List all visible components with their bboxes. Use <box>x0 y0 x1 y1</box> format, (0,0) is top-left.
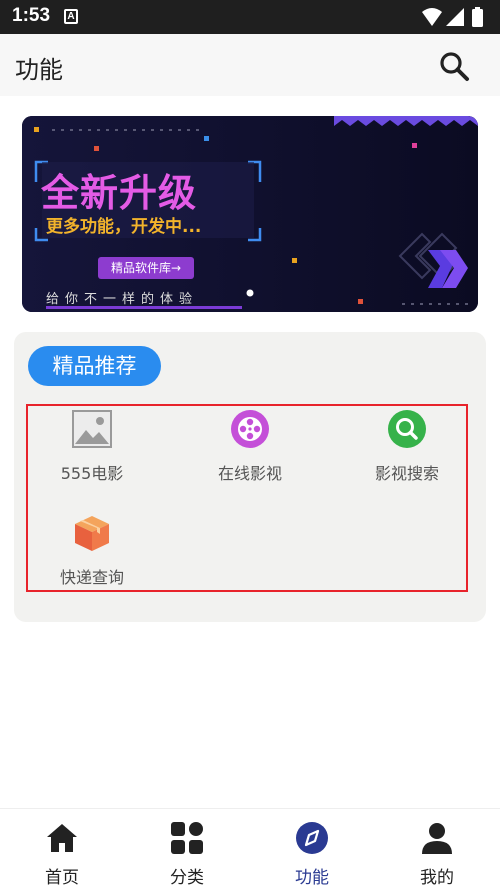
system-status-icons <box>422 7 483 27</box>
home-icon <box>47 824 77 852</box>
tab-label: 分类 <box>170 868 204 888</box>
film-reel-icon <box>231 410 269 448</box>
tab-label: 功能 <box>295 868 329 888</box>
app-bar: 功能 <box>0 34 500 96</box>
app-item-express-tracking[interactable]: 快递查询 <box>37 512 147 588</box>
recommend-panel: 精品推荐 555电影 在线影视 影视搜索 快递查询 <box>14 332 486 622</box>
banner-slogan: 给你不一样的体验 <box>46 292 199 307</box>
section-tag: 精品推荐 <box>28 346 161 386</box>
search-icon <box>388 410 426 448</box>
banner-subtitle: 更多功能，开发中... <box>46 217 202 237</box>
banner-headline: 全新升级 <box>41 171 198 215</box>
package-box-icon <box>75 516 109 551</box>
notification-a-icon: A <box>64 9 78 24</box>
tab-features[interactable]: 功能 <box>267 821 357 888</box>
app-item-label: 快递查询 <box>59 568 124 587</box>
tab-label: 我的 <box>420 868 454 888</box>
app-item-label: 555电影 <box>60 464 124 483</box>
tab-label: 首页 <box>45 868 79 888</box>
bottom-tab-bar: 首页 分类 功能 我的 <box>0 808 500 888</box>
search-icon[interactable] <box>438 50 470 82</box>
status-time: 1:53 <box>12 5 51 26</box>
promo-banner[interactable]: 全新升级 更多功能，开发中... 精品软件库→ 给你不一样的体验 <box>22 116 478 312</box>
app-item-video-search[interactable]: 影视搜索 <box>352 408 462 484</box>
app-item-555-movie[interactable]: 555电影 <box>37 408 147 484</box>
status-bar: 1:53 A <box>0 0 500 34</box>
person-icon <box>422 823 452 854</box>
image-placeholder-icon <box>72 410 112 448</box>
tab-home[interactable]: 首页 <box>17 821 107 888</box>
page-title: 功能 <box>15 56 63 84</box>
app-item-label: 影视搜索 <box>374 464 439 483</box>
compass-icon <box>296 822 328 854</box>
tab-category[interactable]: 分类 <box>142 821 232 888</box>
tab-mine[interactable]: 我的 <box>392 821 482 888</box>
banner-button[interactable]: 精品软件库→ <box>98 257 194 279</box>
category-grid-icon <box>171 822 203 854</box>
wifi-icon <box>422 8 442 26</box>
signal-icon <box>446 8 464 26</box>
app-item-online-video[interactable]: 在线影视 <box>195 408 305 484</box>
app-item-label: 在线影视 <box>217 464 282 483</box>
battery-icon <box>472 9 483 27</box>
